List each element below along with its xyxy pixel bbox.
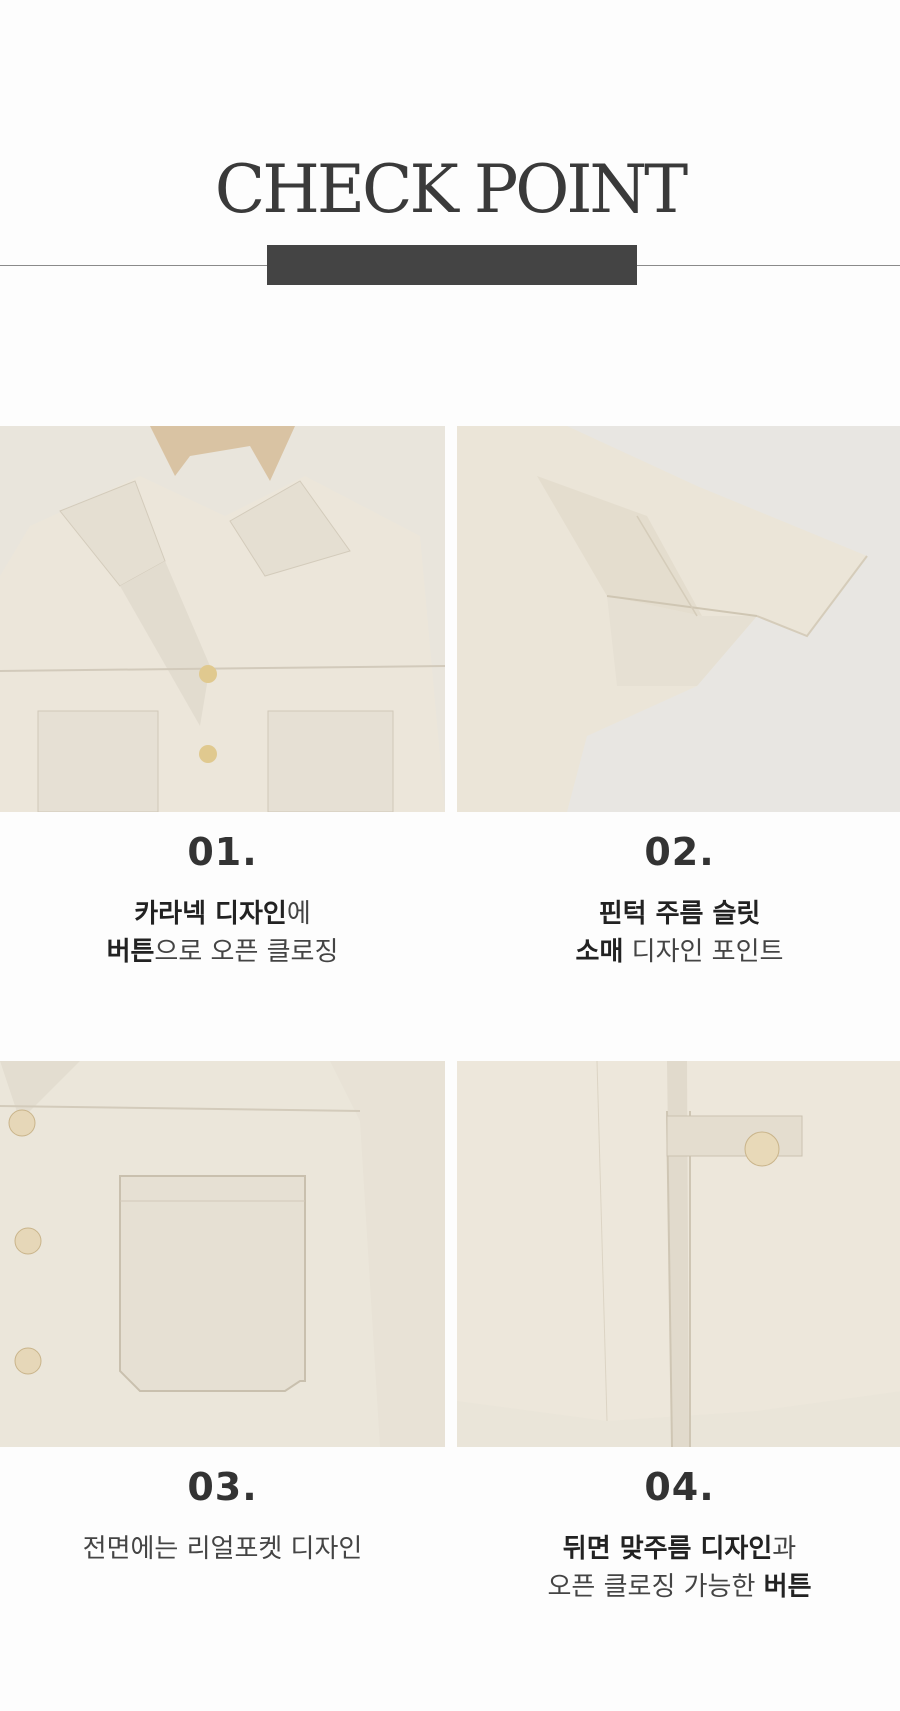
title-accent-bar <box>267 245 637 285</box>
caption-line: 핀턱 주름 슬릿 <box>457 895 900 933</box>
caption-bold: 핀턱 주름 슬릿 <box>598 899 761 929</box>
caption-line: 뒤면 맞주름 디자인과 <box>457 1530 900 1568</box>
caption-text: 으로 오픈 클로징 <box>154 937 339 967</box>
caption-text: 과 <box>772 1534 797 1564</box>
photo-back-pleat-detail <box>457 1061 900 1447</box>
caption-line: 버튼으로 오픈 클로징 <box>0 933 445 971</box>
photo-sleeve-detail <box>457 426 900 812</box>
caption-text: 에 <box>286 899 311 929</box>
point-number-01: 01. <box>187 830 258 874</box>
point-caption-02: 핀턱 주름 슬릿 소매 디자인 포인트 <box>457 895 900 971</box>
point-caption-03: 전면에는 리얼포켓 디자인 <box>0 1530 445 1568</box>
point-caption-04: 뒤면 맞주름 디자인과 오픈 클로징 가능한 버튼 <box>457 1530 900 1606</box>
photo-pocket-detail <box>0 1061 445 1447</box>
caption-bold: 버튼 <box>106 937 155 967</box>
caption-bold: 카라넥 디자인 <box>134 899 287 929</box>
photo-collar-detail <box>0 426 445 812</box>
point-number-03: 03. <box>187 1465 258 1509</box>
caption-bold: 뒤면 맞주름 디자인 <box>562 1534 773 1564</box>
caption-line: 카라넥 디자인에 <box>0 895 445 933</box>
page-title: CHECK POINT <box>214 151 688 228</box>
point-number-02: 02. <box>644 830 715 874</box>
caption-line: 소매 디자인 포인트 <box>457 933 900 971</box>
caption-bold: 소매 <box>575 937 624 967</box>
caption-line: 오픈 클로징 가능한 버튼 <box>457 1568 900 1606</box>
caption-text: 디자인 포인트 <box>623 937 784 967</box>
point-number-04: 04. <box>644 1465 715 1509</box>
caption-text: 전면에는 리얼포켓 디자인 <box>82 1534 363 1564</box>
point-caption-01: 카라넥 디자인에 버튼으로 오픈 클로징 <box>0 895 445 971</box>
caption-bold: 버튼 <box>763 1572 812 1602</box>
caption-line: 전면에는 리얼포켓 디자인 <box>0 1530 445 1568</box>
caption-text: 오픈 클로징 가능한 <box>547 1572 764 1602</box>
